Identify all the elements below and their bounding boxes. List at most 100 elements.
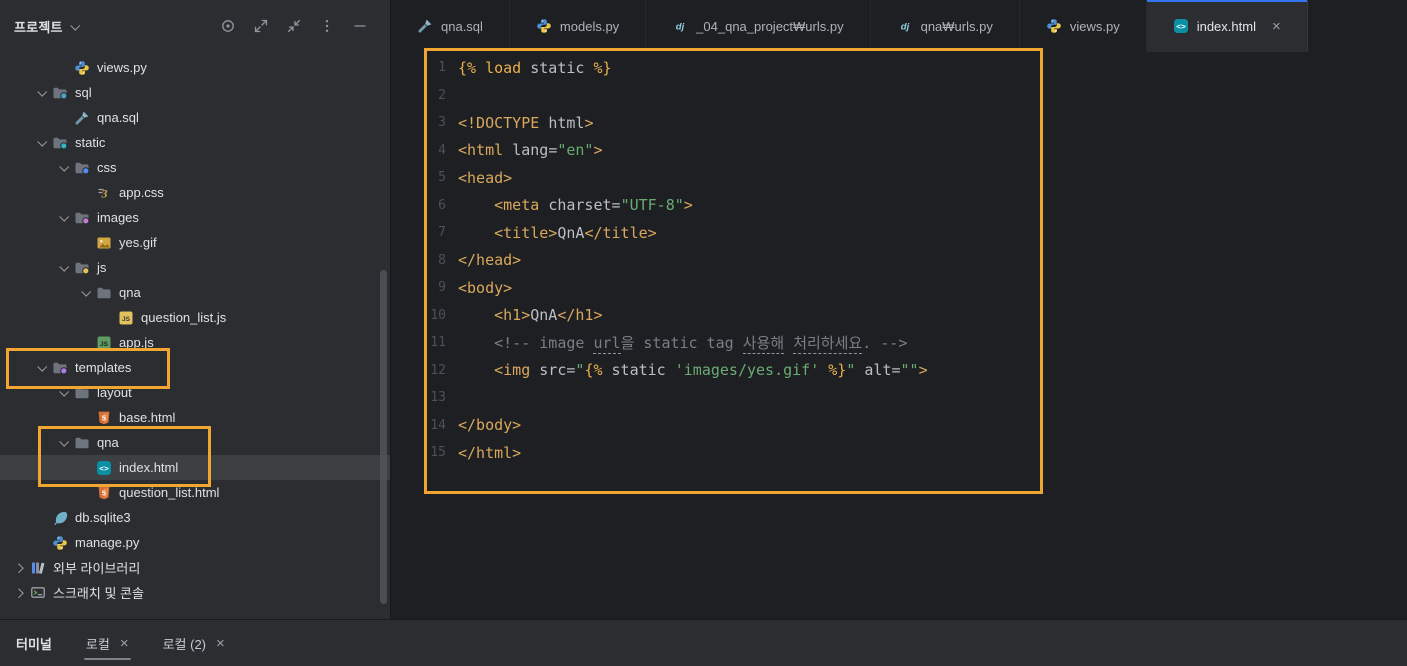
line-number: 8 <box>438 252 446 268</box>
tree-item-index.html[interactable]: <> index.html <box>0 455 390 480</box>
hide-panel-icon[interactable] <box>352 18 368 34</box>
tree-item-js[interactable]: js <box>0 255 390 280</box>
tree-item-base.html[interactable]: 5 base.html <box>0 405 390 430</box>
tree-item-layout[interactable]: layout <box>0 380 390 405</box>
image-icon <box>96 235 118 251</box>
tree-scrollbar[interactable] <box>380 270 387 604</box>
terminal-tab-로컬 (2)[interactable]: 로컬 (2) × <box>163 620 225 666</box>
tree-item-label: static <box>75 135 106 150</box>
svg-text:dj: dj <box>676 22 685 33</box>
tree-item-qna[interactable]: qna <box>0 430 390 455</box>
line-number: 13 <box>430 390 446 406</box>
tree-item-question_list.html[interactable]: 5 question_list.html <box>0 480 390 505</box>
code-line: 11 <!-- image url을 static tag 사용해 처리하세요.… <box>391 329 1407 357</box>
code-text: <!DOCTYPE html> <box>458 113 594 132</box>
tree-item-label: templates <box>75 360 132 375</box>
chevron-down-icon[interactable] <box>30 361 52 372</box>
terminal-tool-window-title[interactable]: 터미널 <box>16 634 52 653</box>
line-number: 9 <box>438 280 446 296</box>
locate-target-icon[interactable] <box>220 18 236 34</box>
chevron-down-icon[interactable] <box>52 386 74 397</box>
tree-item-app.css[interactable]: 3 app.css <box>0 180 390 205</box>
code-text: <head> <box>458 168 513 187</box>
chevron-down-icon[interactable] <box>74 286 96 297</box>
tree-item-qna.sql[interactable]: qna.sql <box>0 105 390 130</box>
tree-item-label: index.html <box>119 460 179 475</box>
tree-item-css[interactable]: css <box>0 155 390 180</box>
code-line: 14 </body> <box>391 412 1407 440</box>
tree-item-db.sqlite3[interactable]: db.sqlite3 <box>0 505 390 530</box>
chevron-down-icon[interactable] <box>30 136 52 147</box>
terminal-bar: 터미널 로컬 × 로컬 (2) × <box>0 619 1407 666</box>
folder-css-icon <box>74 160 96 176</box>
tree-item-외부 라이브러리[interactable]: 외부 라이브러리 <box>0 555 390 580</box>
editor-tab-index.html[interactable]: <> index.html × <box>1146 0 1308 52</box>
chevron-down-icon[interactable] <box>52 261 74 272</box>
tree-item-sql[interactable]: sql <box>0 80 390 105</box>
tab-label: models.py <box>559 18 620 34</box>
line-number: 11 <box>430 335 446 351</box>
panel-header-actions <box>220 18 376 34</box>
tree-item-manage.py[interactable]: manage.py <box>0 530 390 555</box>
tree-item-label: question_list.js <box>141 310 227 325</box>
line-number: 2 <box>438 87 446 103</box>
editor-tab-_04_qna_project₩urls.py[interactable]: dj _04_qna_project₩urls.py <box>646 0 871 52</box>
tree-item-static[interactable]: static <box>0 130 390 155</box>
tree-item-qna[interactable]: qna <box>0 280 390 305</box>
editor-tab-models.py[interactable]: models.py <box>510 0 647 52</box>
chevron-down-icon[interactable] <box>69 17 80 35</box>
collapse-all-icon[interactable] <box>286 18 302 34</box>
line-number: 1 <box>438 60 446 76</box>
chevron-right-icon[interactable] <box>8 588 30 599</box>
tree-item-app.js[interactable]: JS app.js <box>0 330 390 355</box>
more-options-icon[interactable] <box>319 18 335 34</box>
chevron-down-icon[interactable] <box>52 436 74 447</box>
expand-all-icon[interactable] <box>253 18 269 34</box>
tree-item-templates[interactable]: templates <box>0 355 390 380</box>
tree-item-images[interactable]: images <box>0 205 390 230</box>
folder-icon <box>74 435 96 451</box>
console-icon <box>30 585 52 601</box>
editor-tab-qna.sql[interactable]: qna.sql <box>391 0 510 52</box>
tab-label: _04_qna_project₩urls.py <box>696 18 844 34</box>
close-icon[interactable]: × <box>120 636 129 651</box>
editor-area[interactable]: 1 {% load static %} 2 3 <!DOCTYPE html> 4 <htm… <box>391 52 1407 620</box>
svg-text:dj: dj <box>900 22 909 33</box>
terminal-tab-label: 로컬 <box>85 636 110 652</box>
editor-tab-qna₩urls.py[interactable]: dj qna₩urls.py <box>871 0 1020 52</box>
tree-item-label: yes.gif <box>119 235 157 250</box>
terminal-tab-로컬[interactable]: 로컬 × <box>83 620 131 666</box>
close-icon[interactable]: × <box>1272 19 1281 34</box>
terminal-tabs: 로컬 × 로컬 (2) × <box>83 620 225 666</box>
js-icon: JS <box>118 310 140 326</box>
tab-label: qna.sql <box>441 18 483 34</box>
tree-item-yes.gif[interactable]: yes.gif <box>0 230 390 255</box>
code-line: 3 <!DOCTYPE html> <box>391 109 1407 137</box>
project-tool-window: 프로젝트 views.py sql qna.sql static css 3 app.css… <box>0 0 391 620</box>
editor-tab-views.py[interactable]: views.py <box>1020 0 1147 52</box>
chevron-down-icon[interactable] <box>30 86 52 97</box>
tree-item-label: db.sqlite3 <box>75 510 131 525</box>
chevron-right-icon[interactable] <box>8 563 30 574</box>
code-text: </head> <box>458 251 522 270</box>
code-line: 9 <body> <box>391 274 1407 302</box>
code-text: <!-- image url을 static tag 사용해 처리하세요. --… <box>494 334 908 355</box>
css3-icon: 3 <box>96 185 118 201</box>
project-panel-title[interactable]: 프로젝트 <box>14 17 63 36</box>
svg-text:<>: <> <box>99 464 109 473</box>
project-tree[interactable]: views.py sql qna.sql static css 3 app.css image… <box>0 52 390 620</box>
tree-item-label: js <box>97 260 107 275</box>
python-icon <box>536 18 552 34</box>
chevron-down-icon[interactable] <box>52 211 74 222</box>
line-number: 5 <box>438 170 446 186</box>
tree-item-label: qna <box>119 285 141 300</box>
tree-item-스크래치 및 콘솔[interactable]: 스크래치 및 콘솔 <box>0 580 390 605</box>
code-text: </html> <box>458 443 522 462</box>
close-icon[interactable]: × <box>216 636 225 651</box>
code-line: 5 <head> <box>391 164 1407 192</box>
tree-item-question_list.js[interactable]: JS question_list.js <box>0 305 390 330</box>
tree-item-views.py[interactable]: views.py <box>0 55 390 80</box>
code-line: 2 <box>391 82 1407 110</box>
chevron-down-icon[interactable] <box>52 161 74 172</box>
pen-nib-icon <box>74 110 96 126</box>
